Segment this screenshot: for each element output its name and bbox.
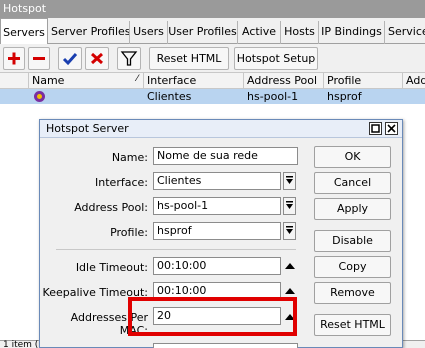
col-name-label: Name	[32, 74, 65, 87]
tab-ip-bindings[interactable]: IP Bindings	[319, 21, 385, 44]
dropdown-arrow-icon	[286, 226, 293, 234]
remove-button[interactable]	[28, 47, 50, 70]
disable-server-button[interactable]: Disable	[314, 230, 391, 252]
tab-server-profiles[interactable]: Server Profiles	[51, 21, 130, 44]
interface-label: Interface:	[95, 176, 148, 189]
x-icon	[90, 52, 104, 65]
idle-timeout-field[interactable]: 00:10:00	[153, 257, 281, 275]
copy-button[interactable]: Copy	[314, 256, 391, 278]
add-button[interactable]	[3, 47, 25, 70]
sort-icon: ⁄	[136, 74, 138, 84]
keepalive-timeout-collapse-icon[interactable]	[285, 288, 295, 294]
interface-dropdown-button[interactable]	[283, 172, 296, 190]
minus-icon	[33, 57, 45, 60]
tab-hosts[interactable]: Hosts	[281, 21, 319, 44]
col-blank	[0, 73, 29, 89]
highlight-box	[128, 297, 297, 336]
name-field[interactable]: Nome de sua rede	[153, 147, 298, 165]
close-icon	[387, 124, 396, 133]
toolbar: Reset HTML Hotspot Setup	[0, 44, 425, 73]
dropdown-arrow-icon	[286, 201, 293, 209]
cancel-button[interactable]: Cancel	[314, 172, 391, 194]
filter-button[interactable]	[117, 47, 141, 70]
hotspot-server-icon	[33, 90, 46, 106]
dialog-reset-html-button[interactable]: Reset HTML	[314, 314, 391, 336]
enable-button[interactable]	[58, 47, 82, 70]
maximize-icon	[371, 124, 380, 133]
section-divider	[56, 249, 296, 250]
ok-button[interactable]: OK	[314, 146, 391, 168]
idle-timeout-label: Idle Timeout:	[75, 261, 148, 274]
maximize-button[interactable]	[369, 122, 382, 135]
disable-button[interactable]	[85, 47, 109, 70]
hotspot-server-dialog: Hotspot Server Name: Nome de sua rede In…	[39, 119, 403, 348]
window-titlebar: Hotspot	[0, 0, 425, 18]
tab-active[interactable]: Active	[238, 21, 281, 44]
remove-server-button[interactable]: Remove	[314, 282, 391, 304]
dialog-title: Hotspot Server	[46, 122, 129, 135]
hotspot-setup-button[interactable]: Hotspot Setup	[234, 47, 318, 70]
plus-icon	[8, 52, 20, 65]
reset-html-button[interactable]: Reset HTML	[149, 47, 229, 70]
next-field-partial[interactable]	[153, 343, 298, 348]
window-title: Hotspot	[3, 2, 47, 15]
tab-bar: Servers Server Profiles Users User Profi…	[0, 18, 425, 45]
filter-icon	[120, 51, 138, 66]
idle-timeout-collapse-icon[interactable]	[285, 263, 295, 269]
tab-user-profiles[interactable]: User Profiles	[168, 21, 238, 44]
address-pool-select[interactable]: hs-pool-1	[153, 197, 281, 215]
dialog-titlebar: Hotspot Server	[40, 120, 402, 138]
status-text: 1 item (	[3, 340, 39, 348]
row-profile: hsprof	[327, 90, 362, 103]
close-button[interactable]	[385, 122, 398, 135]
table-row[interactable]: Clientes hs-pool-1 hsprof	[0, 89, 425, 104]
tab-servers[interactable]: Servers	[0, 18, 48, 45]
row-interface: Clientes	[147, 90, 192, 103]
col-name[interactable]: Name ⁄	[29, 73, 144, 89]
tab-service-ports[interactable]: Service	[385, 21, 425, 44]
address-pool-dropdown-button[interactable]	[283, 197, 296, 215]
profile-dropdown-button[interactable]	[283, 222, 296, 240]
col-addresses-per-mac[interactable]: Addr	[403, 73, 425, 89]
check-icon	[62, 53, 78, 66]
table-header: Name ⁄ Interface Address Pool Profile Ad…	[0, 73, 425, 89]
address-pool-label: Address Pool:	[74, 201, 148, 214]
apply-button[interactable]: Apply	[314, 198, 391, 220]
tab-users[interactable]: Users	[130, 21, 168, 44]
name-label: Name:	[111, 151, 148, 164]
profile-label: Profile:	[110, 226, 148, 239]
col-address-pool[interactable]: Address Pool	[244, 73, 324, 89]
profile-select[interactable]: hsprof	[153, 222, 281, 240]
interface-select[interactable]: Clientes	[153, 172, 281, 190]
row-address-pool: hs-pool-1	[247, 90, 299, 103]
dropdown-arrow-icon	[286, 176, 293, 184]
col-profile[interactable]: Profile	[324, 73, 403, 89]
col-interface[interactable]: Interface	[144, 73, 244, 89]
